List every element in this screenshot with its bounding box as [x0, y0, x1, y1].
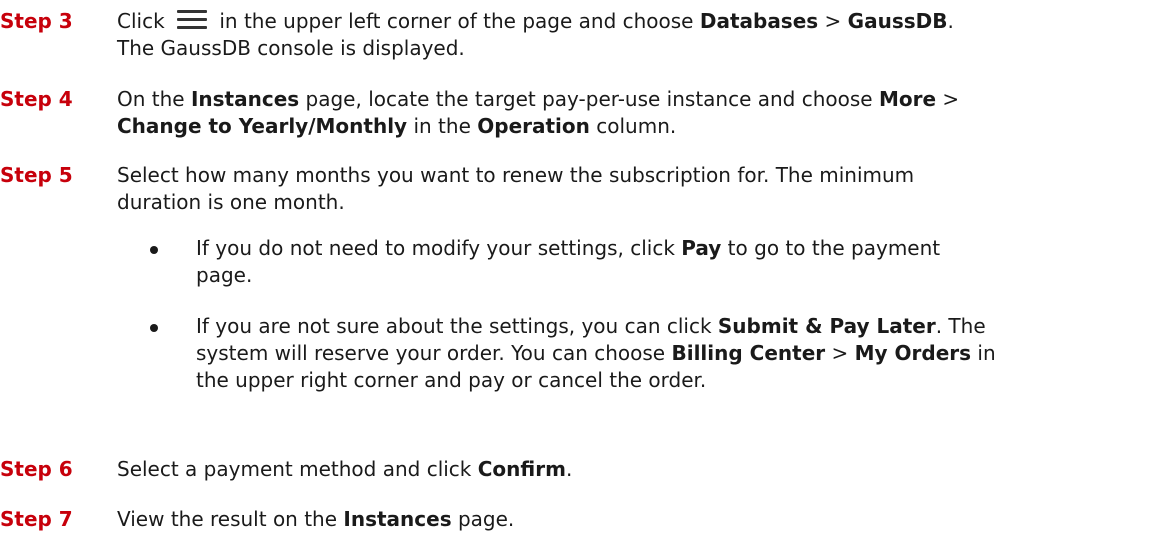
bold-term: Databases [699, 9, 819, 33]
step-body: Click in the upper left corner of the pa… [117, 8, 1164, 62]
bullet-dot [150, 324, 158, 332]
step-7: Step 7 View the result on the Instances … [0, 506, 1164, 533]
text-run: in [971, 341, 996, 365]
text-run: View the result on the [117, 507, 344, 531]
text-run: in the [407, 114, 478, 138]
text-run: to go to the payment [721, 236, 941, 260]
text-line: page. [196, 262, 940, 289]
text-run: Click [117, 9, 172, 33]
document-page: Step 3 Click in the upper left corner of… [0, 0, 1168, 546]
step-label: Step 7 [0, 507, 73, 531]
text-line: duration is one month. [117, 189, 1164, 216]
text-run: page. [196, 263, 253, 287]
text-line: Click in the upper left corner of the pa… [117, 8, 1164, 35]
text-run: > [825, 341, 855, 365]
text-run: > [936, 87, 960, 111]
text-run: Select how many months you want to renew… [117, 163, 915, 187]
text-run: The GaussDB console is displayed. [117, 36, 465, 60]
bold-term: Pay [681, 236, 722, 260]
bold-term: Instances [343, 507, 452, 531]
text-run: page, locate the target pay-per-use inst… [299, 87, 879, 111]
bold-term: GaussDB [847, 9, 948, 33]
text-run: On the [117, 87, 191, 111]
text-run: If you are not sure about the settings, … [196, 314, 718, 338]
text-run: system will reserve your order. You can … [196, 341, 672, 365]
bold-term: Submit & Pay Later [717, 314, 936, 338]
bullet-text: If you do not need to modify your settin… [196, 235, 940, 289]
text-line: View the result on the Instances page. [117, 506, 1164, 533]
step-5: Step 5 Select how many months you want t… [0, 162, 1164, 216]
step-3: Step 3 Click in the upper left corner of… [0, 8, 1164, 62]
text-run: . [565, 457, 573, 481]
bold-term: More [878, 87, 937, 111]
step-label: Step 5 [0, 163, 73, 187]
step-4: Step 4 On the Instances page, locate the… [0, 86, 1164, 140]
text-line: system will reserve your order. You can … [196, 340, 996, 367]
text-run: . [947, 9, 954, 33]
text-line: If you are not sure about the settings, … [196, 313, 996, 340]
text-run: duration is one month. [117, 190, 345, 214]
bold-term: My Orders [854, 341, 972, 365]
text-line: Select a payment method and click Confir… [117, 456, 1164, 483]
text-line: the upper right corner and pay or cancel… [196, 367, 996, 394]
text-line: Change to Yearly/Monthly in the Operatio… [117, 113, 1164, 140]
bold-term: Billing Center [671, 341, 826, 365]
text-run: the upper right corner and pay or cancel… [196, 368, 707, 392]
text-run: page. [451, 507, 515, 531]
step-body: Select how many months you want to renew… [117, 162, 1164, 216]
bold-term: Instances [190, 87, 300, 111]
bullet-text: If you are not sure about the settings, … [196, 313, 996, 394]
text-run: in the upper left corner of the page and… [213, 9, 700, 33]
step-body: Select a payment method and click Confir… [117, 456, 1164, 483]
text-run: > [818, 9, 848, 33]
text-line: If you do not need to modify your settin… [196, 235, 940, 262]
hamburger-menu-icon [177, 8, 208, 30]
text-run: Select a payment method and click [117, 457, 478, 481]
text-run: column. [589, 114, 677, 138]
step-label: Step 3 [0, 9, 73, 33]
text-run: . The [935, 314, 986, 338]
step-body: On the Instances page, locate the target… [117, 86, 1164, 140]
text-line: Select how many months you want to renew… [117, 162, 1164, 189]
step-6: Step 6 Select a payment method and click… [0, 456, 1164, 483]
text-line: On the Instances page, locate the target… [117, 86, 1164, 113]
step-label: Step 4 [0, 87, 73, 111]
text-run: If you do not need to modify your settin… [196, 236, 682, 260]
step-label: Step 6 [0, 457, 73, 481]
step-body: View the result on the Instances page. [117, 506, 1164, 533]
bold-term: Change to Yearly/Monthly [117, 114, 408, 138]
bold-term: Confirm [477, 457, 566, 481]
bold-term: Operation [477, 114, 590, 138]
text-line: The GaussDB console is displayed. [117, 35, 1164, 62]
bullet-dot [150, 246, 158, 254]
